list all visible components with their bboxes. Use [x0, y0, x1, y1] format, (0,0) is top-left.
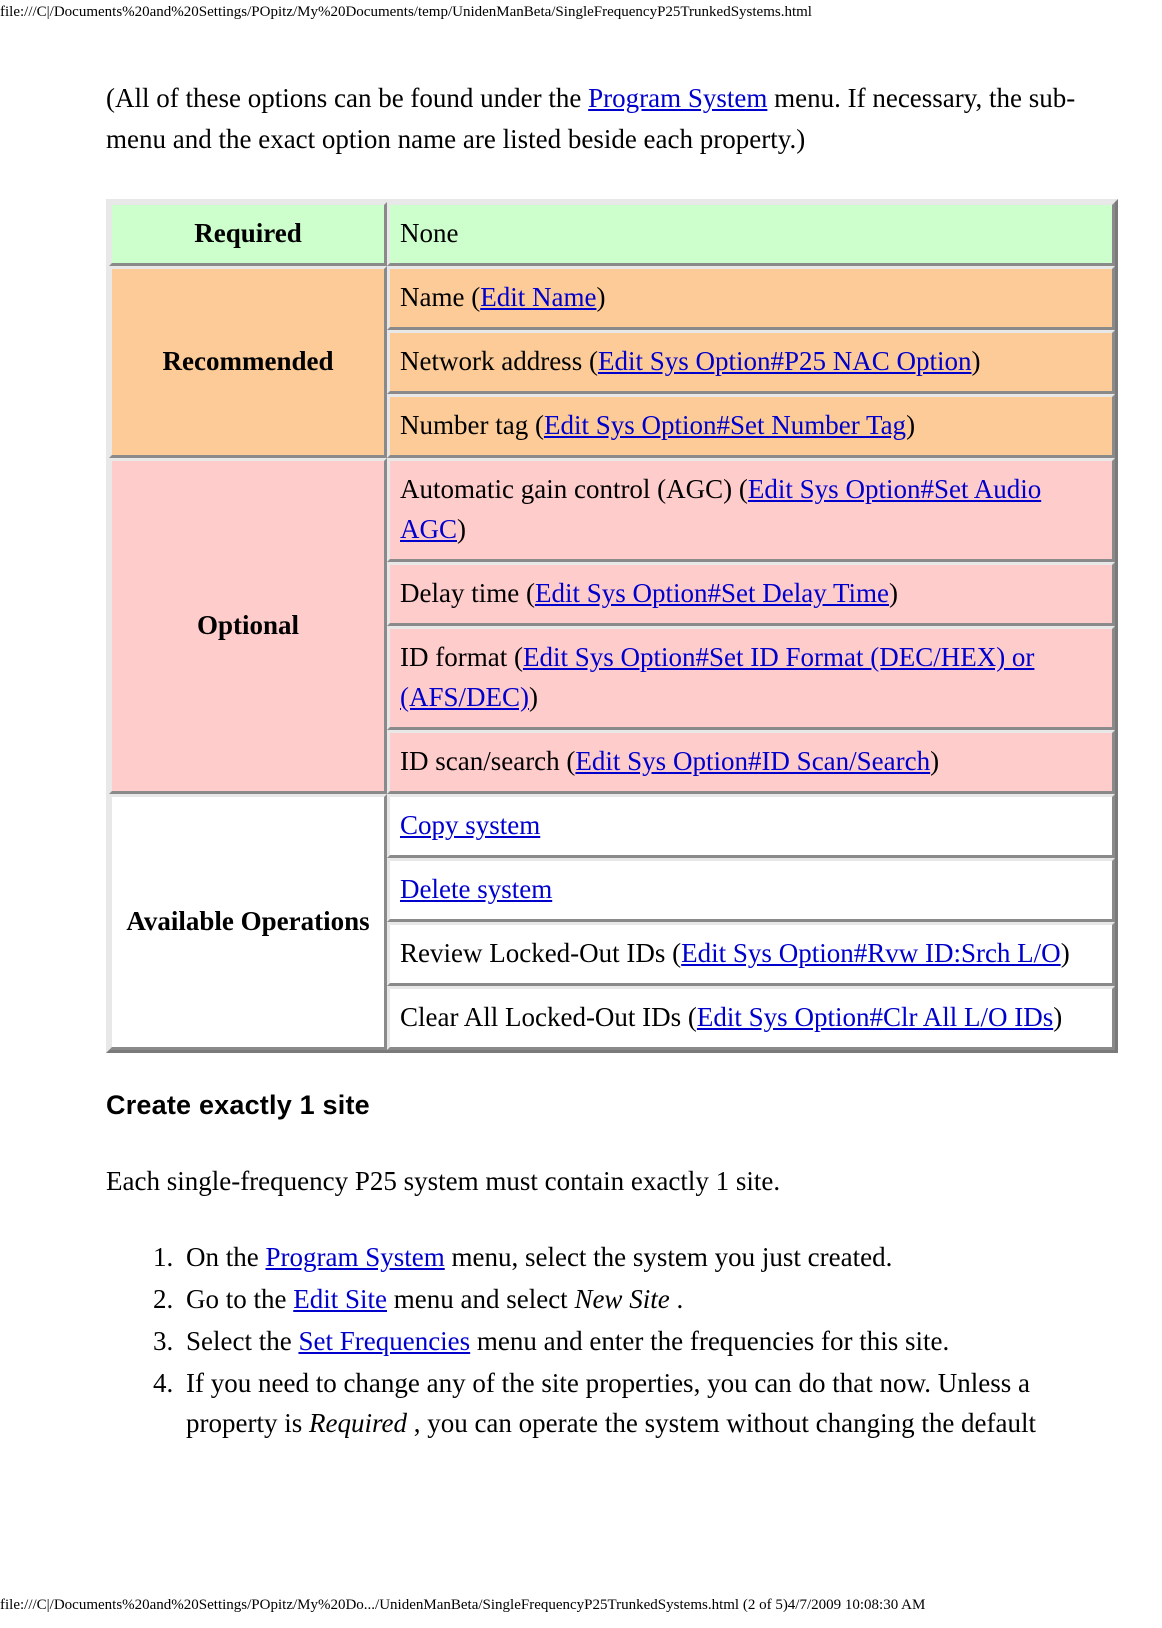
- step-text-pre: Select the: [186, 1326, 299, 1356]
- table-row: Available Operations Copy system: [109, 794, 1115, 1050]
- document-content: (All of these options can be found under…: [106, 78, 1118, 1445]
- link-program-system-step[interactable]: Program System: [265, 1242, 444, 1272]
- value-text-pre: Name (: [400, 282, 481, 312]
- step-emphasis: Required: [308, 1408, 407, 1438]
- value-text-post: ): [1060, 938, 1070, 968]
- list-item: On the Program System menu, select the s…: [180, 1237, 1118, 1277]
- value-cell-number-tag: Number tag (Edit Sys Option#Set Number T…: [387, 394, 1115, 458]
- header-url-text: file:///C|/Documents%20and%20Settings/PO…: [0, 4, 812, 20]
- value-text: None: [400, 218, 459, 248]
- step-text-pre: Go to the: [186, 1284, 294, 1314]
- footer-url-text: file:///C|/Documents%20and%20Settings/PO…: [0, 1597, 926, 1613]
- step-text-pre: On the: [186, 1242, 266, 1272]
- value-text-post: ): [1053, 1002, 1063, 1032]
- value-text-pre: Automatic gain control (AGC) (: [400, 474, 748, 504]
- intro-paragraph: (All of these options can be found under…: [106, 78, 1118, 160]
- value-text-pre: Number tag (: [400, 410, 544, 440]
- section-heading-create-site: Create exactly 1 site: [106, 1090, 370, 1120]
- table-row: Required None: [109, 202, 1115, 266]
- table-body: Required None Recommended Name (Edit Nam…: [109, 202, 1115, 1050]
- value-text-post: ): [889, 578, 898, 608]
- steps-list: On the Program System menu, select the s…: [106, 1237, 1118, 1443]
- value-text-post: ): [971, 346, 981, 376]
- value-cell-required-none: None: [387, 202, 1115, 266]
- intro-text-before: (All of these options can be found under…: [106, 83, 589, 113]
- value-cell-id-format: ID format (Edit Sys Option#Set ID Format…: [387, 626, 1115, 730]
- value-text-pre: Delay time (: [400, 578, 535, 608]
- section-paragraph: Each single-frequency P25 system must co…: [106, 1166, 781, 1196]
- value-text-post: ): [930, 746, 940, 776]
- category-cell-available-operations: Available Operations: [109, 794, 387, 1050]
- page-footer-url: file:///C|/Documents%20and%20Settings/PO…: [0, 1597, 1162, 1614]
- link-edit-site[interactable]: Edit Site: [293, 1284, 387, 1314]
- value-cell-network-address: Network address (Edit Sys Option#P25 NAC…: [387, 330, 1115, 394]
- step-text-post: .: [669, 1284, 684, 1314]
- value-text-pre: Review Locked-Out IDs (: [400, 938, 682, 968]
- step-text-mid: menu, select the system you just created…: [444, 1242, 893, 1272]
- list-item: Go to the Edit Site menu and select New …: [180, 1279, 1118, 1319]
- link-rvw-id-srch-lo[interactable]: Edit Sys Option#Rvw ID:Srch L/O: [681, 938, 1061, 968]
- value-cell-review-locked-out-ids: Review Locked-Out IDs (Edit Sys Option#R…: [387, 922, 1115, 986]
- link-set-delay-time[interactable]: Edit Sys Option#Set Delay Time: [535, 578, 889, 608]
- table-row: Optional Automatic gain control (AGC) (E…: [109, 458, 1115, 794]
- link-edit-name[interactable]: Edit Name: [480, 282, 596, 312]
- step-emphasis: New Site: [574, 1284, 670, 1314]
- step-text-mid: menu and select: [387, 1284, 575, 1314]
- category-cell-recommended: Recommended: [109, 266, 387, 458]
- link-set-number-tag[interactable]: Edit Sys Option#Set Number Tag: [544, 410, 906, 440]
- value-text-pre: Network address (: [400, 346, 598, 376]
- value-cell-delete-system: Delete system: [387, 858, 1115, 922]
- step-text-post: , you can operate the system without cha…: [406, 1408, 1037, 1438]
- list-item: Select the Set Frequencies menu and ente…: [180, 1321, 1118, 1361]
- value-text-pre: ID scan/search (: [400, 746, 576, 776]
- category-cell-required: Required: [109, 202, 387, 266]
- link-clr-all-lo-ids[interactable]: Edit Sys Option#Clr All L/O IDs: [697, 1002, 1053, 1032]
- value-text-post: ): [529, 682, 539, 712]
- link-set-frequencies[interactable]: Set Frequencies: [298, 1326, 470, 1356]
- value-text-post: ): [596, 282, 606, 312]
- link-id-scan-search[interactable]: Edit Sys Option#ID Scan/Search: [575, 746, 930, 776]
- value-text-post: ): [906, 410, 916, 440]
- table-row: Recommended Name (Edit Name): [109, 266, 1115, 458]
- category-cell-optional: Optional: [109, 458, 387, 794]
- link-delete-system[interactable]: Delete system: [400, 874, 552, 904]
- value-text-pre: ID format (: [400, 642, 523, 672]
- value-cell-clear-all-locked-out-ids: Clear All Locked-Out IDs (Edit Sys Optio…: [387, 986, 1115, 1050]
- value-cell-name: Name (Edit Name): [387, 266, 1115, 330]
- value-text-pre: Clear All Locked-Out IDs (: [400, 1002, 697, 1032]
- value-cell-id-scan-search: ID scan/search (Edit Sys Option#ID Scan/…: [387, 730, 1115, 794]
- step-text-mid: menu and enter the frequencies for this …: [470, 1326, 950, 1356]
- link-copy-system[interactable]: Copy system: [400, 810, 540, 840]
- value-text-post: ): [457, 514, 467, 544]
- system-properties-table: Required None Recommended Name (Edit Nam…: [106, 199, 1118, 1053]
- link-program-system[interactable]: Program System: [588, 83, 767, 113]
- list-item: If you need to change any of the site pr…: [180, 1363, 1118, 1443]
- value-cell-delay-time: Delay time (Edit Sys Option#Set Delay Ti…: [387, 562, 1115, 626]
- value-cell-copy-system: Copy system: [387, 794, 1115, 858]
- link-p25-nac-option[interactable]: Edit Sys Option#P25 NAC Option: [598, 346, 972, 376]
- value-cell-agc: Automatic gain control (AGC) (Edit Sys O…: [387, 458, 1115, 562]
- page-header-url: file:///C|/Documents%20and%20Settings/PO…: [0, 4, 1162, 21]
